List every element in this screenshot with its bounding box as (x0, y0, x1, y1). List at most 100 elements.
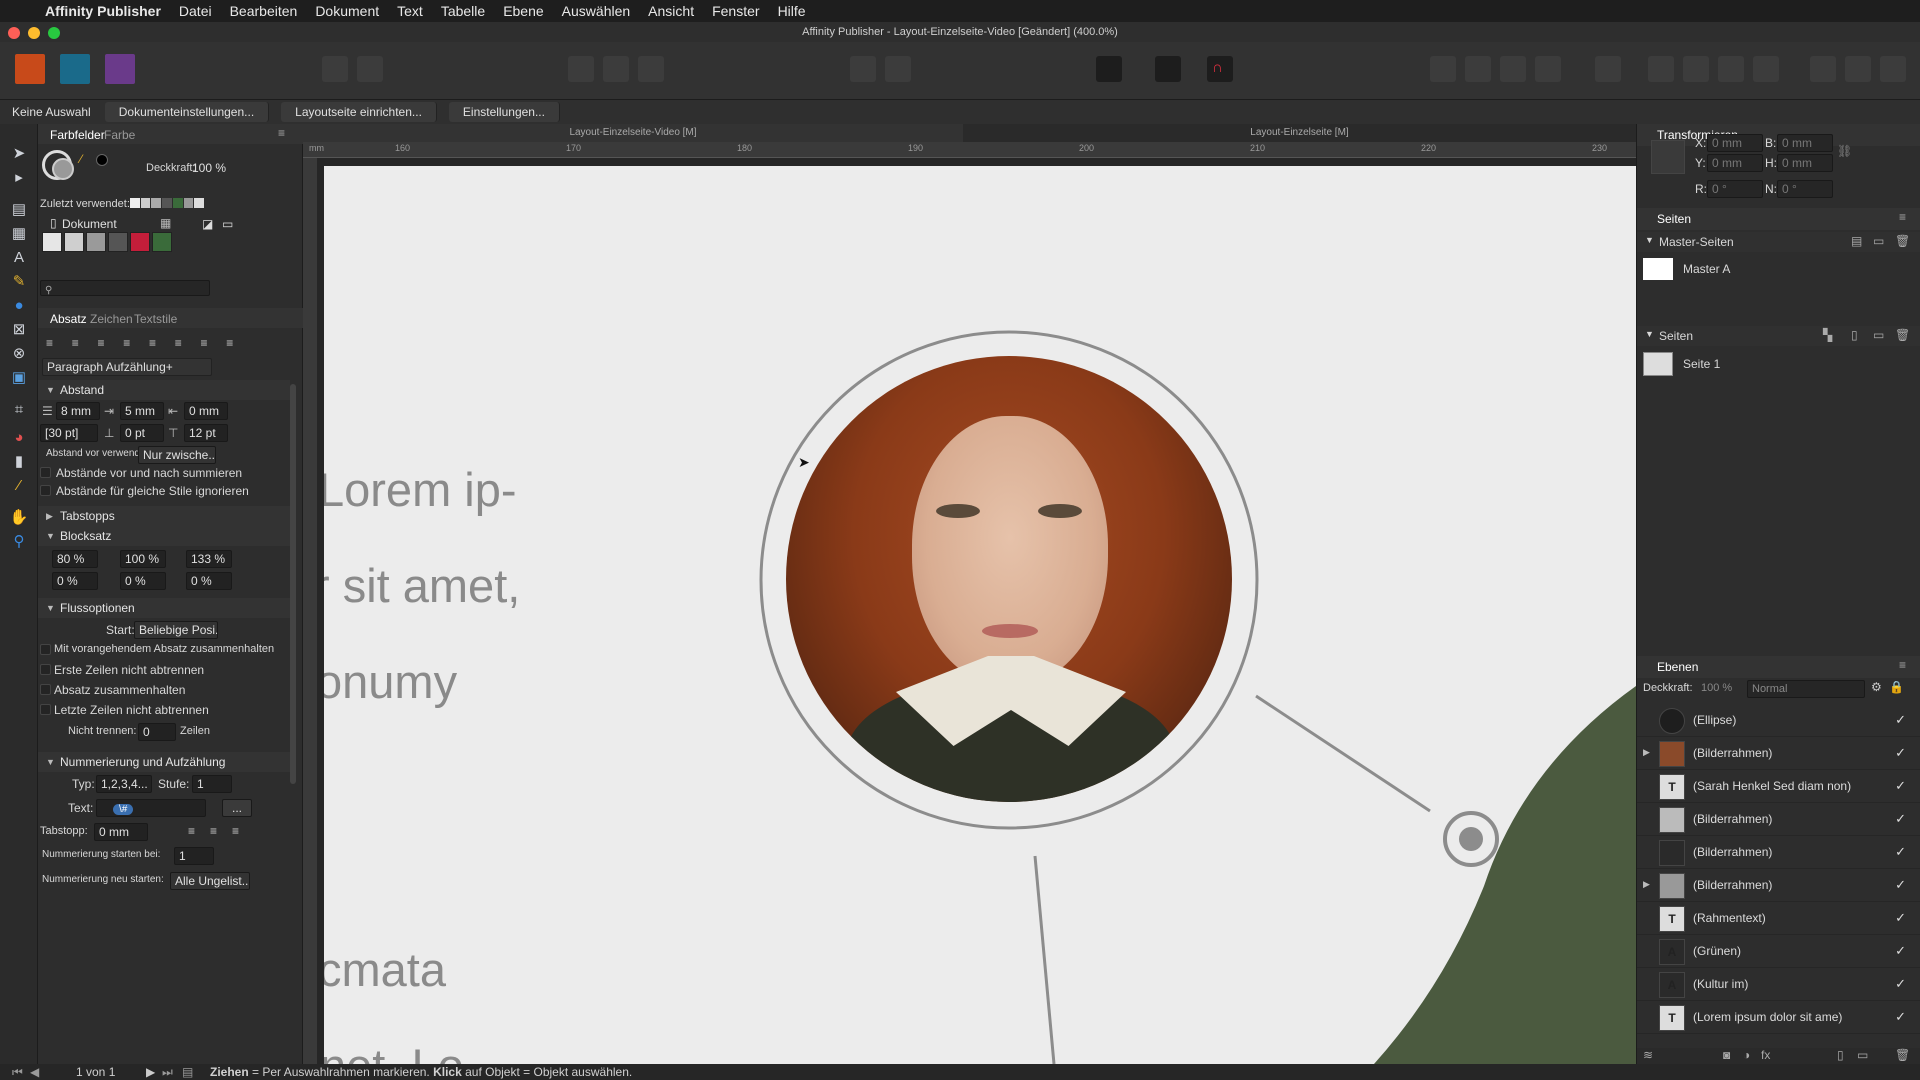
restart-select[interactable]: Alle Ungelist... (170, 872, 250, 890)
text-frame-tool-icon[interactable]: ▤ (9, 200, 29, 220)
no-break-field[interactable]: 0 (138, 723, 176, 741)
keep-together-checkbox[interactable] (40, 684, 51, 695)
layout-page-setup-button[interactable]: Layoutseite einrichten... (281, 102, 437, 122)
crop-icon[interactable] (638, 56, 664, 82)
justify-left-icon[interactable]: ≡ (123, 336, 143, 352)
h-field[interactable]: 0 mm (1777, 154, 1833, 172)
layer-row[interactable]: T (Sarah Henkel Sed diam non) ✓ (1637, 770, 1920, 803)
layer-row[interactable]: ▶ (Bilderrahmen) ✓ (1637, 737, 1920, 770)
horizontal-ruler[interactable]: mm 160 170 180 190 200 210 220 230 (303, 142, 1636, 158)
use-before-select[interactable]: Nur zwische... (138, 446, 216, 464)
numbering-text-field[interactable]: \# (96, 799, 206, 817)
right-indent-field[interactable]: 0 mm (184, 402, 228, 420)
layer-visibility-checkbox[interactable]: ✓ (1895, 811, 1906, 827)
crop-tool-icon[interactable]: ⌗ (9, 400, 29, 420)
layer-row[interactable]: ▶ (Bilderrahmen) ✓ (1637, 869, 1920, 902)
master-pages-header[interactable]: ▼ Master-Seiten ▤ ▭ 🗑 (1637, 232, 1920, 252)
arrange-top-icon[interactable] (1500, 56, 1526, 82)
layer-visibility-checkbox[interactable]: ✓ (1895, 877, 1906, 893)
layer-visibility-checkbox[interactable]: ✓ (1895, 712, 1906, 728)
stroke-color-well[interactable] (52, 158, 74, 180)
close-window-button[interactable] (8, 27, 20, 39)
vertical-connector-line[interactable] (1033, 855, 1056, 1064)
layer-visibility-checkbox[interactable]: ✓ (1895, 844, 1906, 860)
lock-ratio-icon[interactable]: ⛓ (1837, 144, 1852, 158)
word-desired-field[interactable]: 100 % (120, 550, 166, 568)
layer-row[interactable]: (Bilderrahmen) ✓ (1637, 836, 1920, 869)
first-indent-field[interactable]: 5 mm (120, 402, 164, 420)
palette-swatch[interactable] (152, 232, 172, 252)
eyedropper-icon[interactable]: ⁄ (80, 152, 82, 166)
next-page-icon[interactable]: ▶ (146, 1064, 155, 1080)
arrange-bottom-icon[interactable] (1535, 56, 1561, 82)
panel-menu-icon[interactable]: ≡ (278, 126, 285, 140)
w-field[interactable]: 0 mm (1777, 134, 1833, 152)
intersect-shape-icon[interactable] (1880, 56, 1906, 82)
sum-spacing-checkbox[interactable] (40, 467, 51, 478)
square-icon[interactable] (885, 56, 911, 82)
arrange-forward-icon[interactable] (1430, 56, 1456, 82)
subtract-shape-icon[interactable] (1845, 56, 1871, 82)
triangle-down-icon[interactable]: ▼ (1645, 329, 1654, 339)
table-tool-icon[interactable]: ▦ (9, 224, 29, 244)
zoom-window-button[interactable] (48, 27, 60, 39)
add-page-icon[interactable]: ▯ (1851, 328, 1858, 342)
type-select[interactable]: 1,2,3,4... (96, 775, 152, 793)
layer-visibility-checkbox[interactable]: ✓ (1895, 1009, 1906, 1025)
preview-icon[interactable] (1096, 56, 1122, 82)
panel-menu-icon[interactable]: ≡ (1899, 658, 1906, 672)
align-right-icon[interactable]: ≡ (98, 336, 118, 352)
page-1-thumbnail[interactable] (1643, 352, 1673, 376)
document-settings-button[interactable]: Dokumenteinstellungen... (104, 102, 270, 122)
word-max-field[interactable]: 133 % (186, 550, 232, 568)
layer-row[interactable]: A (Grünen) ✓ (1637, 935, 1920, 968)
letter-min-field[interactable]: 0 % (52, 572, 98, 590)
menu-fenster[interactable]: Fenster (703, 0, 768, 22)
mask-icon[interactable]: ◙ (1723, 1048, 1730, 1062)
layer-row[interactable]: (Bilderrahmen) ✓ (1637, 803, 1920, 836)
add-layer-icon[interactable]: ▯ (1837, 1048, 1844, 1062)
leading-field[interactable]: [30 pt] (40, 424, 98, 442)
letter-desired-field[interactable]: 0 % (120, 572, 166, 590)
last-page-icon[interactable]: ⏭ (162, 1064, 173, 1080)
master-a-label[interactable]: Master A (1683, 262, 1730, 276)
page-1-label[interactable]: Seite 1 (1683, 357, 1720, 371)
menu-bearbeiten[interactable]: Bearbeiten (221, 0, 307, 22)
minimize-window-button[interactable] (28, 27, 40, 39)
tab-swatches[interactable]: Farbfelder (50, 128, 105, 142)
keep-with-prev-checkbox[interactable] (40, 644, 51, 655)
layer-visibility-checkbox[interactable]: ✓ (1895, 976, 1906, 992)
picture-frame-tool-icon[interactable]: ⊠ (9, 320, 29, 340)
justify-center-icon[interactable]: ≡ (149, 336, 169, 352)
marker-dot[interactable] (1459, 827, 1483, 851)
last-lines-checkbox[interactable] (40, 704, 51, 715)
menu-ebene[interactable]: Ebene (494, 0, 552, 22)
layer-visibility-checkbox[interactable]: ✓ (1895, 745, 1906, 761)
layer-visibility-checkbox[interactable]: ✓ (1895, 778, 1906, 794)
level-field[interactable]: 1 (192, 775, 232, 793)
snapping-magnet-icon[interactable]: ∩ (1207, 56, 1233, 82)
prev-page-icon[interactable]: ◀ (30, 1064, 39, 1080)
link-icon[interactable] (357, 56, 383, 82)
connector-line[interactable] (1255, 694, 1431, 813)
tab-character[interactable]: Zeichen (90, 312, 133, 326)
page-status-icon[interactable]: ▤ (182, 1064, 193, 1080)
add-master-icon[interactable]: ▤ (1851, 234, 1862, 248)
space-before-field[interactable]: 0 pt (120, 424, 164, 442)
place-image-tool-icon[interactable]: ▣ (9, 368, 29, 388)
ellipse-tool-icon[interactable]: ● (9, 296, 29, 316)
triangle-down-icon[interactable]: ▼ (1645, 235, 1654, 245)
ignore-spacing-checkbox[interactable] (40, 485, 51, 496)
zoom-tool-icon[interactable]: ⚲ (9, 532, 29, 552)
doc-tab-2[interactable]: Layout-Einzelseite [M] (963, 124, 1636, 142)
triangle-down-icon[interactable]: ▼ (46, 752, 55, 772)
first-page-icon[interactable]: ⏮ (12, 1064, 23, 1080)
add-shape-icon[interactable] (1810, 56, 1836, 82)
triangle-down-icon[interactable]: ▼ (46, 598, 55, 618)
rotate-right-icon[interactable] (1753, 56, 1779, 82)
align-spine-icon[interactable]: ≡ (226, 336, 246, 352)
tab-align-left-icon[interactable]: ≡ (188, 824, 195, 838)
gear-icon[interactable]: ⚙ (1871, 680, 1882, 694)
preferences-button[interactable]: Einstellungen... (448, 102, 560, 122)
bw-swatch-icon[interactable]: ▭ (222, 217, 233, 231)
